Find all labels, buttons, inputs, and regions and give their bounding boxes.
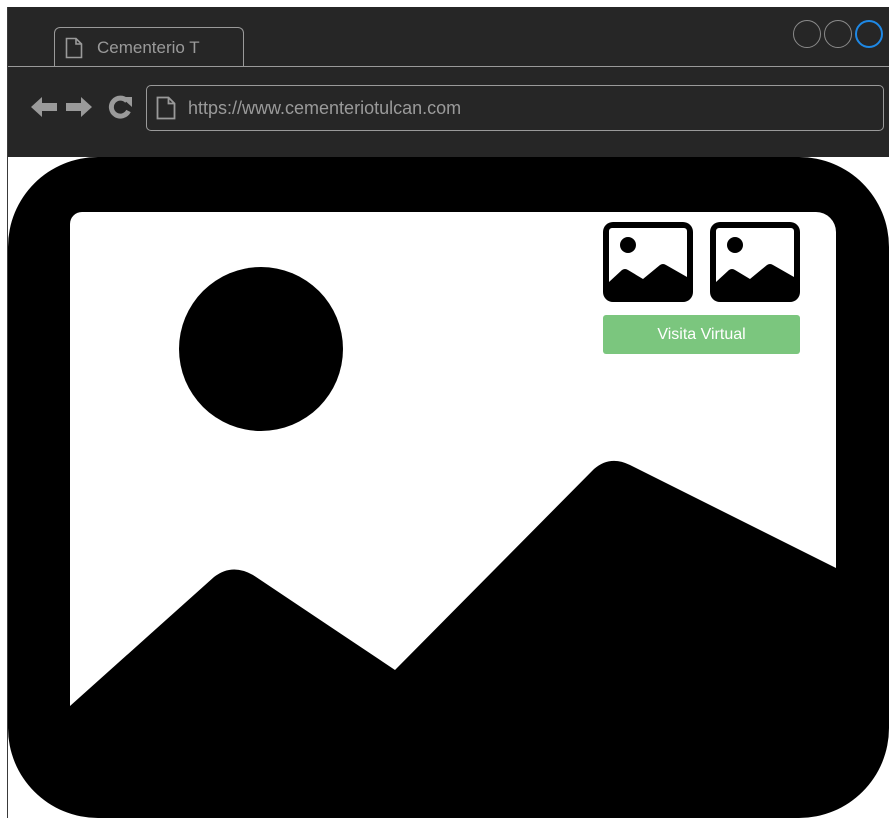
minimize-button[interactable] xyxy=(793,20,821,48)
navigation-toolbar: https://www.cementeriotulcan.com xyxy=(8,67,889,157)
address-bar[interactable]: https://www.cementeriotulcan.com xyxy=(146,85,884,131)
close-button[interactable] xyxy=(855,20,883,48)
arrow-left-icon[interactable] xyxy=(30,96,58,118)
document-icon xyxy=(156,96,176,120)
tab-bar: Cementerio T xyxy=(8,7,889,67)
image-placeholder-icon[interactable] xyxy=(603,222,693,302)
reload-icon[interactable] xyxy=(107,94,133,120)
page-content: Visita Virtual xyxy=(8,157,889,818)
image-placeholder-icon[interactable] xyxy=(710,222,800,302)
url-text: https://www.cementeriotulcan.com xyxy=(188,98,462,118)
document-icon xyxy=(65,37,83,59)
maximize-button[interactable] xyxy=(824,20,852,48)
visita-virtual-button[interactable]: Visita Virtual xyxy=(603,315,800,354)
browser-tab[interactable]: Cementerio T xyxy=(54,27,244,67)
tab-title: Cementerio T xyxy=(97,38,200,57)
window-controls xyxy=(793,20,889,50)
arrow-right-icon[interactable] xyxy=(65,96,93,118)
